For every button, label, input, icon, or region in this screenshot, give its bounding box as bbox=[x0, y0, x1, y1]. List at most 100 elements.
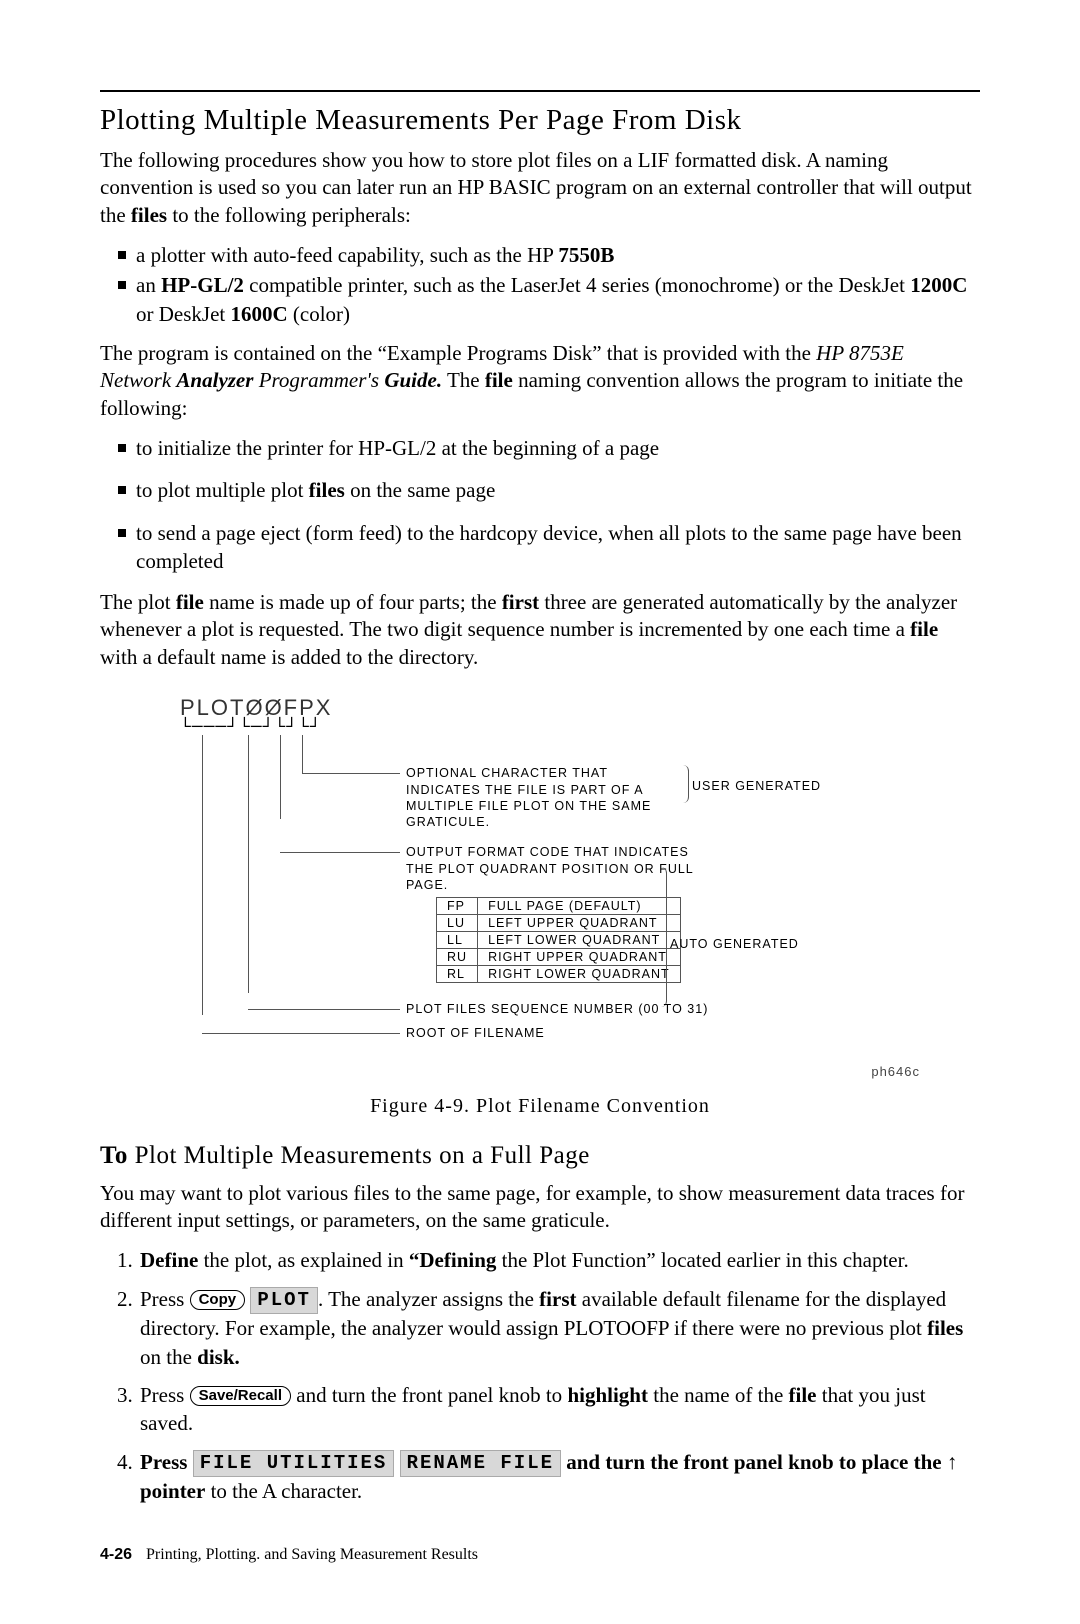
table-cell: RL bbox=[437, 966, 478, 983]
footer-text: Printing, Plotting. and Saving Measureme… bbox=[146, 1546, 478, 1563]
text: an bbox=[136, 273, 161, 297]
text: to initialize the printer for HP-GL/2 at… bbox=[136, 436, 659, 460]
figure-text: PLOT FILES SEQUENCE NUMBER (00 TO 31) bbox=[406, 1001, 940, 1017]
step-item: Press Save/Recall and turn the front pan… bbox=[138, 1381, 980, 1438]
text-bold: file bbox=[910, 617, 938, 641]
figure-reference: ph646c bbox=[180, 1064, 940, 1079]
list-item: to initialize the printer for HP-GL/2 at… bbox=[118, 434, 980, 462]
text-bold: file bbox=[789, 1383, 817, 1407]
program-paragraph: The program is contained on the “Example… bbox=[100, 340, 980, 422]
text-bold: disk. bbox=[197, 1345, 240, 1369]
text: Press bbox=[140, 1383, 190, 1407]
rename-file-softkey: RENAME FILE bbox=[400, 1450, 561, 1478]
text: with a default name is added to the dire… bbox=[100, 645, 478, 669]
figure-side-label: USER GENERATED bbox=[692, 779, 821, 793]
text: and turn the front panel knob to bbox=[291, 1383, 567, 1407]
figure-row: ROOT OF FILENAME bbox=[202, 1025, 940, 1041]
list-item: a plotter with auto-feed capability, suc… bbox=[118, 241, 980, 269]
figure-text: ROOT OF FILENAME bbox=[406, 1025, 940, 1041]
horizontal-rule bbox=[100, 90, 980, 92]
line bbox=[280, 735, 281, 819]
figure-codes-table: FPFULL PAGE (DEFAULT) LULEFT UPPER QUADR… bbox=[436, 897, 681, 983]
figure-text: OUTPUT FORMAT CODE THAT INDICATES THE PL… bbox=[406, 844, 716, 893]
list-item: to plot multiple plot files on the same … bbox=[118, 476, 980, 504]
intro-paragraph: The following procedures show you how to… bbox=[100, 147, 980, 229]
line bbox=[202, 1033, 400, 1034]
text: to the following peripherals: bbox=[167, 203, 411, 227]
text-bold: first bbox=[502, 590, 539, 614]
table-cell: RIGHT LOWER QUADRANT bbox=[478, 966, 681, 983]
table-row: RLRIGHT LOWER QUADRANT bbox=[437, 966, 681, 983]
section-heading: Plotting Multiple Measurements Per Page … bbox=[100, 104, 980, 137]
text-bold: 7550B bbox=[558, 243, 614, 267]
step-item: Define the plot, as explained in “Defini… bbox=[138, 1246, 980, 1274]
figure-side-label: AUTO GENERATED bbox=[670, 937, 799, 951]
text-bold: file bbox=[176, 590, 204, 614]
table-cell: RIGHT UPPER QUADRANT bbox=[478, 949, 681, 966]
line bbox=[248, 735, 249, 993]
table-cell: LU bbox=[437, 915, 478, 932]
copy-key: Copy bbox=[190, 1290, 246, 1310]
text-bold: files bbox=[131, 203, 167, 227]
text: The program is contained on the “Example… bbox=[100, 341, 816, 365]
list-item: to send a page eject (form feed) to the … bbox=[118, 519, 980, 576]
line bbox=[248, 1009, 400, 1010]
figure-explanations: OPTIONAL CHARACTER THAT INDICATES THE FI… bbox=[400, 735, 940, 1055]
text-bold: Press bbox=[140, 1450, 193, 1474]
subsection-heading: To Plot Multiple Measurements on a Full … bbox=[100, 1142, 980, 1170]
text: or DeskJet bbox=[136, 302, 230, 326]
text: compatible printer, such as the LaserJet… bbox=[244, 273, 910, 297]
page-footer: 4-26 Printing, Plotting. and Saving Measu… bbox=[100, 1546, 980, 1564]
text: a plotter with auto-feed capability, suc… bbox=[136, 243, 558, 267]
table-cell: FP bbox=[437, 898, 478, 915]
save-recall-key: Save/Recall bbox=[190, 1386, 291, 1406]
text-bold: first bbox=[539, 1287, 576, 1311]
text-bold: files bbox=[927, 1316, 963, 1340]
text-bold: 1600C bbox=[230, 302, 287, 326]
list-item: an HP-GL/2 compatible printer, such as t… bbox=[118, 271, 980, 328]
text: The plot bbox=[100, 590, 176, 614]
text: to plot multiple plot bbox=[136, 478, 309, 502]
plot-softkey: PLOT bbox=[250, 1287, 318, 1315]
plotfile-paragraph: The plot file name is made up of four pa… bbox=[100, 589, 980, 671]
figure-caption: Figure 4-9. Plot Filename Convention bbox=[100, 1095, 980, 1118]
page-number: 4-26 bbox=[100, 1546, 132, 1563]
text-bold: Define bbox=[140, 1248, 198, 1272]
line bbox=[280, 852, 400, 853]
text: on the same page bbox=[345, 478, 495, 502]
text-bold: To bbox=[100, 1142, 128, 1169]
figure-4-9: PLOTØØFPX └───┘└─┘└┘└┘ OPTIONAL CHARACTE… bbox=[100, 695, 980, 1079]
steps-list: Define the plot, as explained in “Defini… bbox=[100, 1246, 980, 1505]
table-cell: LEFT LOWER QUADRANT bbox=[478, 932, 681, 949]
table-row: LLLEFT LOWER QUADRANT bbox=[437, 932, 681, 949]
line bbox=[302, 773, 400, 774]
table-cell: LEFT UPPER QUADRANT bbox=[478, 915, 681, 932]
text: the Plot Function” located earlier in th… bbox=[496, 1248, 908, 1272]
text: to send a page eject (form feed) to the … bbox=[136, 521, 962, 573]
table-cell: FULL PAGE (DEFAULT) bbox=[478, 898, 681, 915]
text-bold: 1200C bbox=[910, 273, 967, 297]
figure-body: PLOTØØFPX └───┘└─┘└┘└┘ OPTIONAL CHARACTE… bbox=[180, 695, 940, 1079]
brace-icon bbox=[656, 867, 667, 1007]
table-cell: RU bbox=[437, 949, 478, 966]
text: The bbox=[442, 368, 485, 392]
step-item: Press FILE UTILITIES RENAME FILE and tur… bbox=[138, 1448, 980, 1506]
text-bold-italic: Analyzer bbox=[176, 368, 253, 392]
table-row: LULEFT UPPER QUADRANT bbox=[437, 915, 681, 932]
text: the plot, as explained in bbox=[198, 1248, 409, 1272]
text-bold: file bbox=[485, 368, 513, 392]
initiate-list: to initialize the printer for HP-GL/2 at… bbox=[100, 434, 980, 575]
sub-intro-paragraph: You may want to plot various files to th… bbox=[100, 1180, 980, 1235]
text: on the bbox=[140, 1345, 197, 1369]
brace-icon bbox=[678, 765, 689, 803]
step-item: Press Copy PLOT. The analyzer assigns th… bbox=[138, 1285, 980, 1371]
figure-brackets: └───┘└─┘└┘└┘ bbox=[180, 721, 940, 735]
text: to the A character. bbox=[205, 1479, 362, 1503]
table-row: RURIGHT UPPER QUADRANT bbox=[437, 949, 681, 966]
figure-row: OUTPUT FORMAT CODE THAT INDICATES THE PL… bbox=[280, 844, 940, 893]
text: Plot Multiple Measurements on a Full Pag… bbox=[128, 1142, 590, 1169]
text: name is made up of four parts; the bbox=[204, 590, 502, 614]
table-cell: LL bbox=[437, 932, 478, 949]
figure-row: PLOT FILES SEQUENCE NUMBER (00 TO 31) bbox=[248, 1001, 940, 1017]
text-bold: HP-GL/2 bbox=[161, 273, 244, 297]
